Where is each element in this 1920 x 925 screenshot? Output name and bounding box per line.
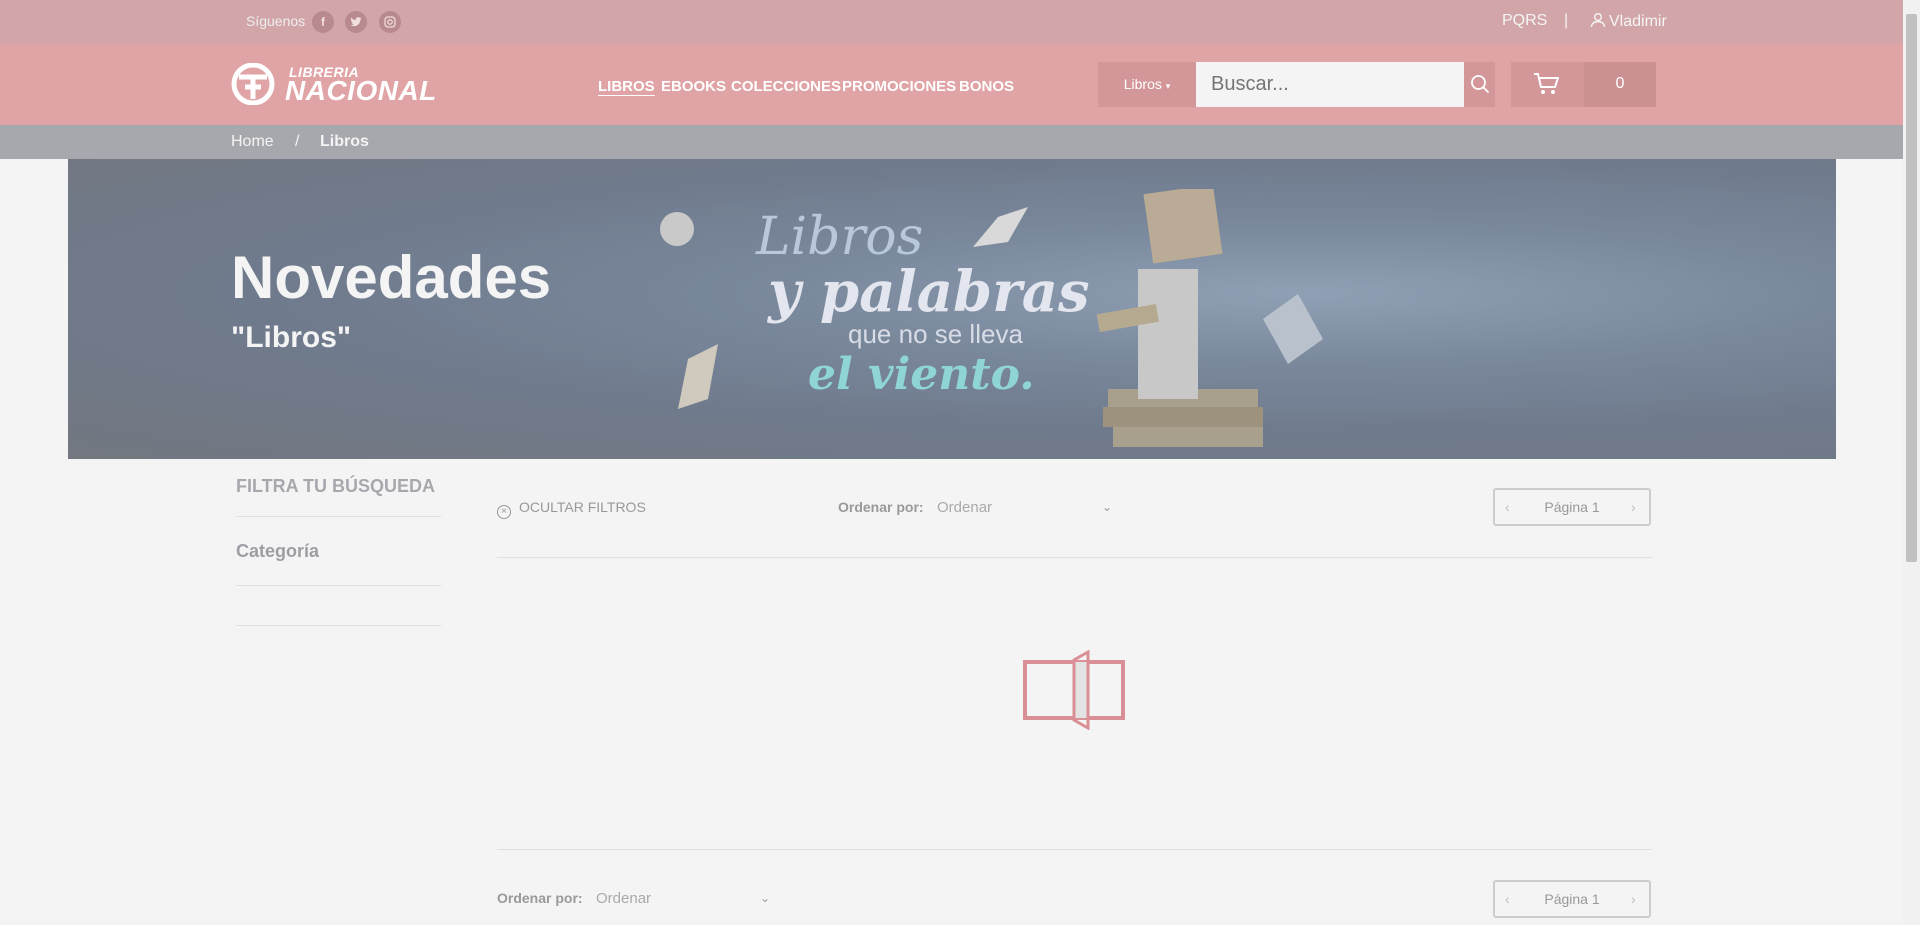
cart-button[interactable]: 0	[1511, 62, 1656, 107]
banner-subtitle: "Libros"	[231, 321, 352, 354]
follow-label: Síguenos	[246, 13, 306, 29]
banner-slogan-line4: el viento.	[808, 349, 1035, 400]
breadcrumb-separator: /	[295, 133, 300, 150]
nav-promociones[interactable]: PROMOCIONES	[842, 78, 956, 95]
cart-count: 0	[1615, 75, 1625, 92]
user-account-link[interactable]: Vladimir	[1590, 12, 1667, 31]
divider	[497, 849, 1652, 850]
floating-book-illustration	[973, 207, 1028, 247]
search-input[interactable]	[1196, 62, 1464, 107]
search-category-value: Libros	[1123, 76, 1162, 92]
sort-select-bottom[interactable]: Ordenar	[596, 890, 651, 907]
banner-title: Novedades	[231, 244, 552, 311]
cart-icon	[1534, 73, 1559, 94]
filter-title: FILTRA TU BÚSQUEDA	[236, 476, 435, 496]
divider	[236, 625, 441, 626]
top-bar: Síguenos f PQRS | Vladimir	[0, 0, 1903, 44]
sort-label: Ordenar por:	[838, 499, 924, 515]
search-icon	[1471, 75, 1490, 94]
logo-bottom-text: NACIONAL	[285, 75, 437, 106]
page-label: Página 1	[1544, 499, 1600, 515]
floating-book-illustration-2	[678, 344, 718, 409]
chevron-right-icon[interactable]: ›	[1631, 499, 1636, 515]
topbar-separator: |	[1564, 12, 1569, 29]
twitter-icon[interactable]	[345, 11, 367, 33]
planet-illustration	[660, 212, 694, 246]
floating-book-illustration-3	[1263, 294, 1323, 364]
close-circle-icon: ×	[497, 505, 511, 519]
hide-filters-button[interactable]: × OCULTAR FILTROS	[497, 499, 646, 519]
pagination-top: ‹ Página 1 ›	[1493, 488, 1651, 526]
user-icon	[1590, 13, 1606, 28]
scrollbar-thumb[interactable]	[1906, 14, 1917, 562]
loading-book-icon	[1023, 650, 1125, 730]
banner-slogan-line2: y palabras	[768, 259, 1090, 325]
pqrs-link[interactable]: PQRS	[1502, 12, 1547, 30]
hide-filters-label: OCULTAR FILTROS	[519, 499, 646, 515]
nav-ebooks[interactable]: EBOOKS	[661, 78, 726, 95]
page-label-bottom: Página 1	[1544, 891, 1600, 907]
divider	[236, 516, 441, 517]
filter-category[interactable]: Categoría	[236, 541, 319, 562]
pagination-bottom: ‹ Página 1 ›	[1493, 880, 1651, 918]
hero-banner: Novedades "Libros" Libros y palabras que…	[68, 159, 1836, 459]
instagram-icon[interactable]	[379, 11, 401, 33]
chevron-down-icon: ⌄	[760, 891, 771, 905]
main-header: LIBRERIA NACIONAL LIBROS EBOOKS COLECCIO…	[0, 44, 1903, 125]
divider	[497, 557, 1652, 558]
chevron-right-icon[interactable]: ›	[1631, 891, 1636, 907]
user-name: Vladimir	[1609, 13, 1667, 30]
search-category-dropdown[interactable]: Libros ▾	[1098, 62, 1196, 107]
cart-count-box: 0	[1584, 62, 1656, 107]
facebook-icon[interactable]: f	[312, 11, 334, 33]
banner-slogan-line1: Libros	[756, 207, 924, 267]
breadcrumb: Home / Libros	[0, 125, 1903, 159]
divider	[236, 585, 441, 586]
scrollbar-track[interactable]	[1903, 0, 1920, 925]
nav-bonos[interactable]: BONOS	[959, 78, 1014, 95]
caret-down-icon: ▾	[1165, 81, 1171, 91]
search-button[interactable]	[1464, 62, 1495, 107]
breadcrumb-current: Libros	[320, 133, 369, 150]
breadcrumb-home[interactable]: Home	[231, 133, 274, 151]
sort-label-bottom: Ordenar por:	[497, 890, 583, 906]
chevron-down-icon: ⌄	[1102, 500, 1113, 514]
logo[interactable]: LIBRERIA NACIONAL	[231, 63, 436, 107]
nav-colecciones[interactable]: COLECCIONES	[731, 78, 841, 95]
sort-select[interactable]: Ordenar	[937, 499, 992, 516]
logo-mark-icon	[231, 63, 275, 105]
nav-libros[interactable]: LIBROS	[598, 78, 655, 95]
banner-slogan-line3: que no se lleva	[848, 319, 1023, 349]
